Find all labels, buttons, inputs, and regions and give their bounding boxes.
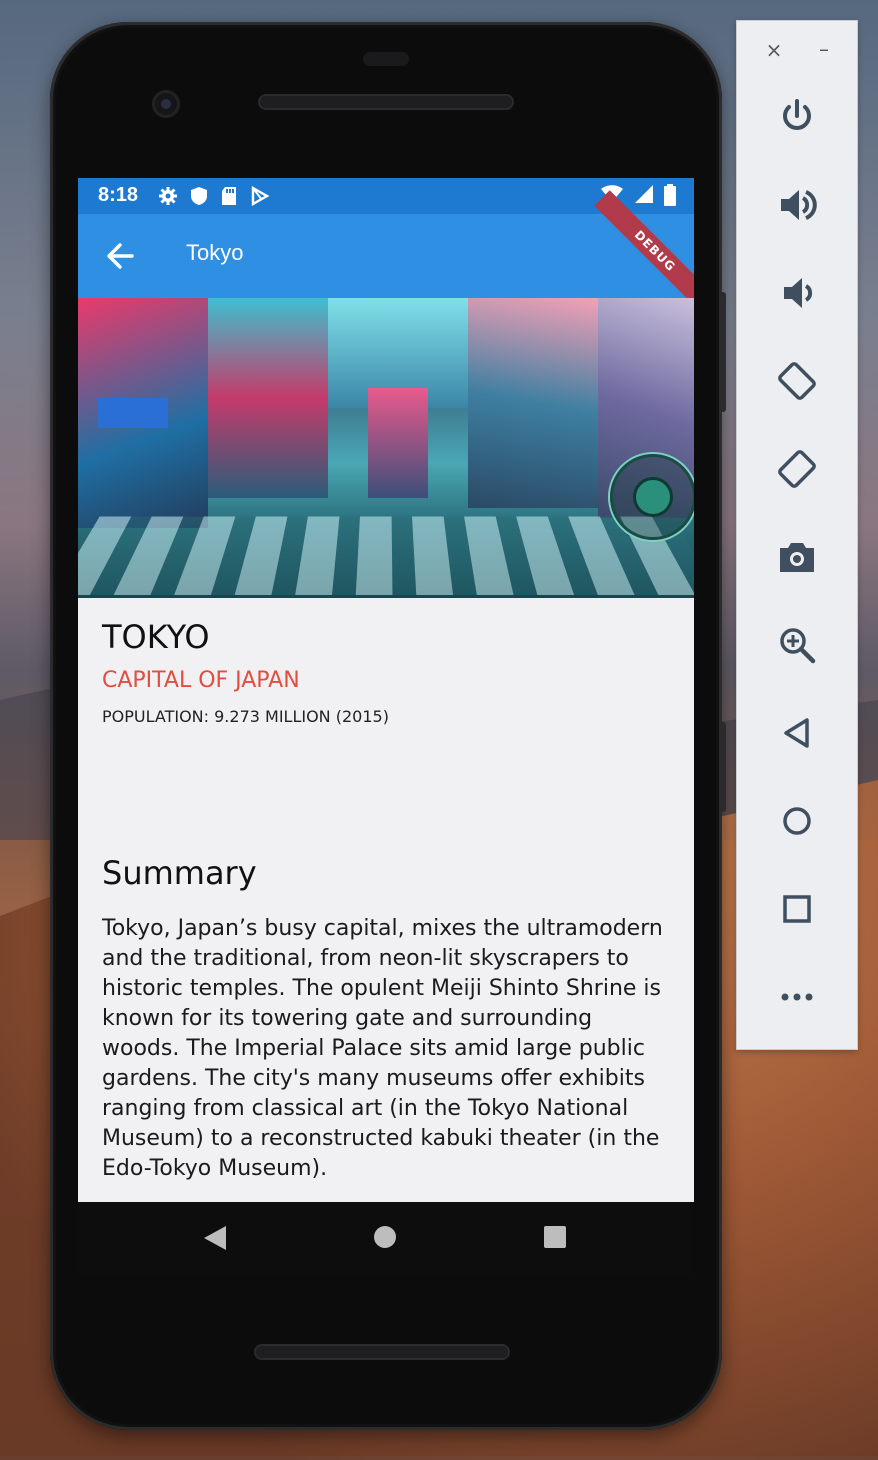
city-hero-image xyxy=(78,298,694,598)
power-icon xyxy=(783,99,811,130)
earpiece-speaker xyxy=(258,94,514,110)
shield-icon xyxy=(191,187,207,205)
nav-home-icon[interactable] xyxy=(374,1226,396,1248)
back-icon xyxy=(784,718,809,748)
more-button[interactable] xyxy=(767,969,827,1025)
status-notification-icons xyxy=(158,186,270,206)
app-bar: Tokyo DEBUG xyxy=(78,190,694,312)
zoom-button[interactable] xyxy=(767,617,827,673)
hero-distance-street xyxy=(368,388,428,498)
phone-frame: 8:18 Tokyo DEBUG TOKYO CAPITAL OF JAPAN … xyxy=(50,22,726,1430)
status-time: 8:18 xyxy=(98,184,139,206)
city-name: TOKYO xyxy=(102,618,210,656)
summary-heading: Summary xyxy=(102,854,257,892)
rotate-left-button[interactable] xyxy=(767,353,827,409)
screenshot-button[interactable] xyxy=(767,529,827,585)
nav-back-icon[interactable] xyxy=(204,1226,226,1250)
hero-building-center-left xyxy=(208,298,328,498)
sd-card-icon xyxy=(222,187,236,205)
top-sensor xyxy=(363,52,409,66)
overview-button[interactable] xyxy=(767,881,827,937)
device-screen: 8:18 Tokyo DEBUG TOKYO CAPITAL OF JAPAN … xyxy=(78,178,694,1202)
more-icon xyxy=(781,993,813,1001)
front-camera xyxy=(152,90,180,118)
city-population: POPULATION: 9.273 MILLION (2015) xyxy=(102,707,389,726)
rotate-left-icon xyxy=(778,362,816,400)
app-bar-title: Tokyo xyxy=(186,240,244,265)
summary-text: Tokyo, Japan’s busy capital, mixes the u… xyxy=(102,916,663,1181)
home-button[interactable] xyxy=(767,793,827,849)
bottom-speaker xyxy=(254,1344,510,1360)
emulator-toolbar: × – xyxy=(736,20,858,1050)
overview-icon xyxy=(783,895,811,923)
nav-recents-icon[interactable] xyxy=(544,1226,566,1248)
zoom-icon xyxy=(780,628,816,664)
side-button-volume xyxy=(720,292,726,412)
signal-icon xyxy=(635,185,653,203)
emulator-window-controls: × – xyxy=(737,39,857,63)
power-button[interactable] xyxy=(767,89,827,145)
play-store-icon xyxy=(251,186,270,206)
volume-down-icon xyxy=(784,278,813,308)
home-icon xyxy=(783,807,811,835)
volume-up-icon xyxy=(781,190,817,220)
city-details: TOKYO CAPITAL OF JAPAN POPULATION: 9.273… xyxy=(102,618,672,726)
battery-icon xyxy=(664,184,676,206)
back-arrow-icon[interactable] xyxy=(102,238,138,274)
volume-down-button[interactable] xyxy=(767,265,827,321)
back-button[interactable] xyxy=(767,705,827,761)
settings-icon xyxy=(159,187,177,205)
android-nav-bar xyxy=(78,1202,694,1274)
volume-up-button[interactable] xyxy=(767,177,827,233)
city-subtitle: CAPITAL OF JAPAN xyxy=(102,668,300,693)
rotate-right-icon xyxy=(778,450,816,488)
close-button[interactable]: × xyxy=(763,39,785,61)
side-button-power xyxy=(720,722,726,812)
hero-sign xyxy=(98,398,168,428)
camera-icon xyxy=(780,543,814,572)
floating-action-button[interactable] xyxy=(610,454,694,540)
minimize-button[interactable]: – xyxy=(813,39,835,61)
hero-crosswalk xyxy=(78,516,694,596)
hero-building-right xyxy=(468,298,598,508)
rotate-right-button[interactable] xyxy=(767,441,827,497)
